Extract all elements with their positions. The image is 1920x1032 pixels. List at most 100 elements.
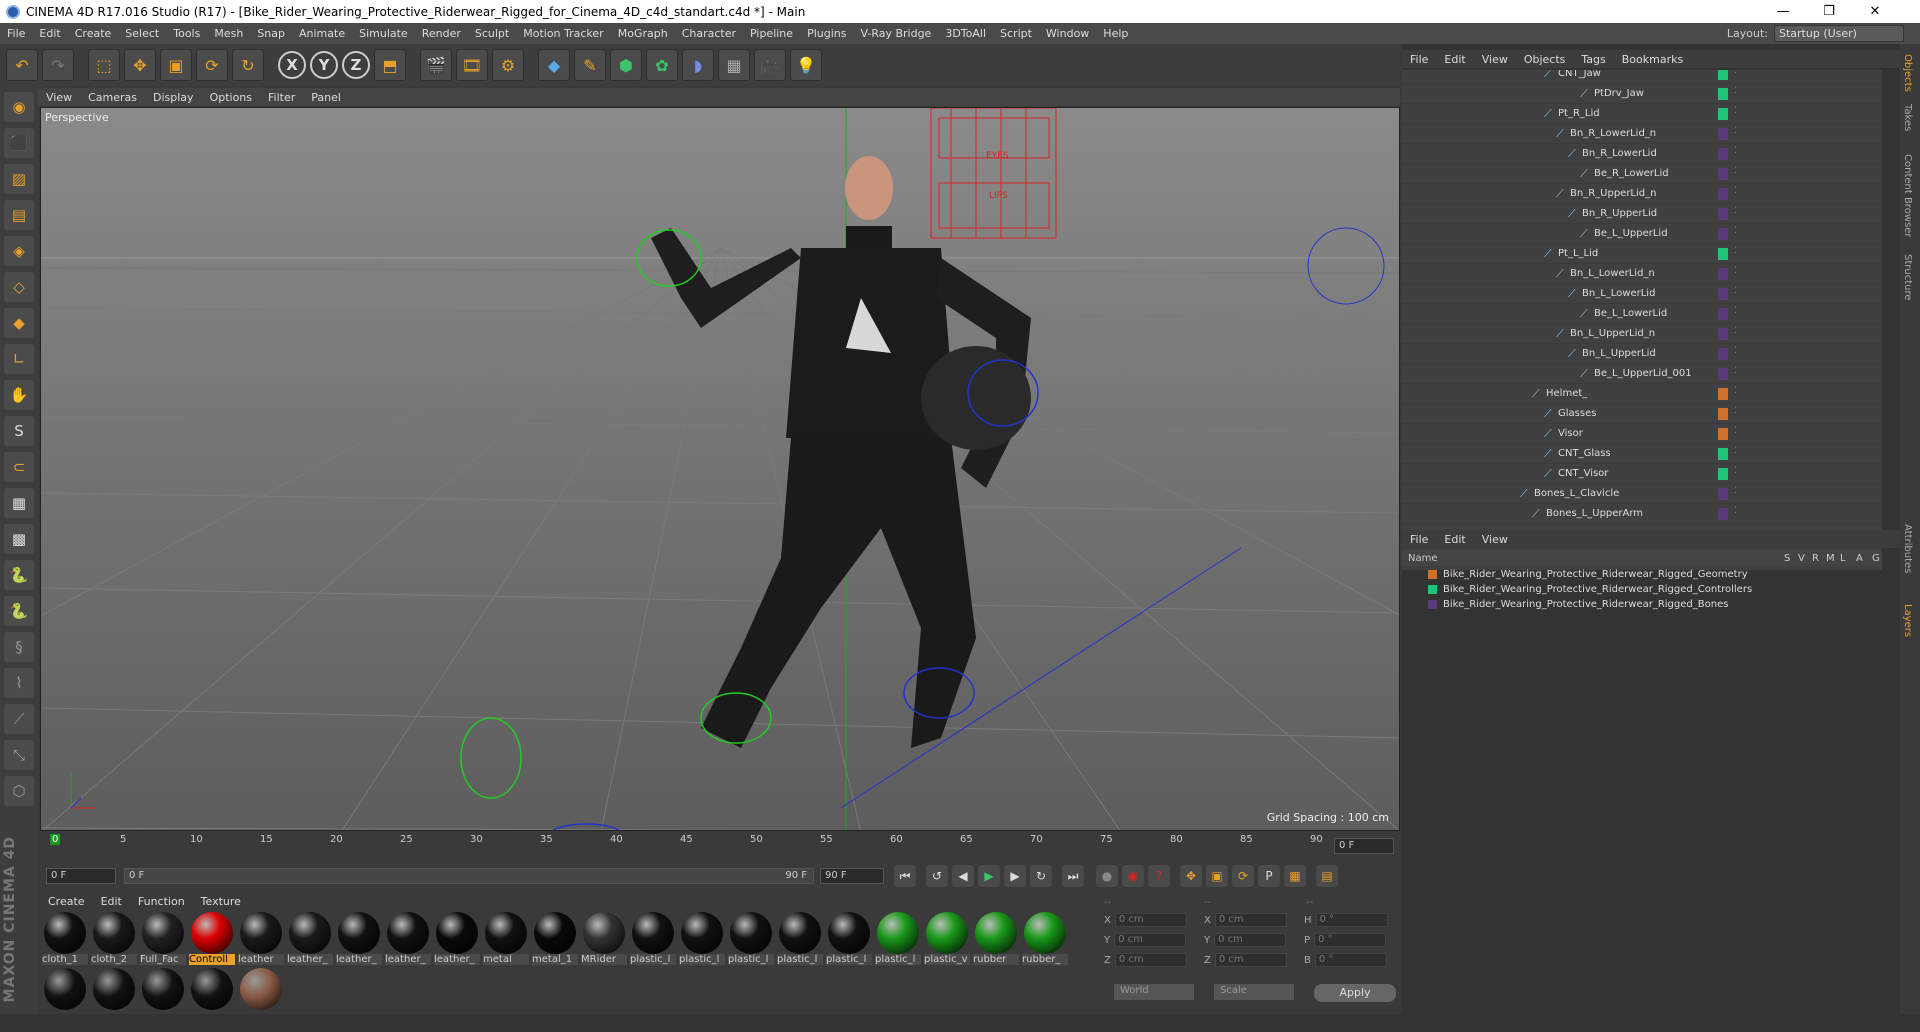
grid-lock-icon[interactable]: ▦ bbox=[4, 488, 34, 518]
layer-column-header[interactable]: G bbox=[1872, 553, 1880, 564]
layer-menu-edit[interactable]: Edit bbox=[1436, 533, 1473, 546]
coord-value-field[interactable]: 0 ° bbox=[1315, 913, 1388, 927]
menu-render[interactable]: Render bbox=[415, 27, 468, 40]
layer-color-chip[interactable] bbox=[1718, 468, 1728, 480]
layer-color-chip[interactable] bbox=[1718, 488, 1728, 500]
menu-simulate[interactable]: Simulate bbox=[352, 27, 415, 40]
visibility-dots-icon[interactable]: ⁚ bbox=[1734, 246, 1737, 256]
material-swatch[interactable]: MRider bbox=[581, 912, 627, 968]
layout-dropdown[interactable]: Startup (User) bbox=[1774, 25, 1904, 42]
visibility-dots-icon[interactable]: ⁚ bbox=[1734, 446, 1737, 456]
menu-tools[interactable]: Tools bbox=[166, 27, 207, 40]
visibility-dots-icon[interactable]: ⁚ bbox=[1734, 426, 1737, 436]
material-swatch[interactable]: leather bbox=[238, 912, 284, 968]
menu-vray-bridge[interactable]: V-Ray Bridge bbox=[853, 27, 938, 40]
render-view-icon[interactable]: 🎬 bbox=[420, 49, 452, 81]
material-menu-function[interactable]: Function bbox=[130, 895, 193, 908]
menu-animate[interactable]: Animate bbox=[292, 27, 352, 40]
points-mode-icon[interactable]: ◈ bbox=[4, 236, 34, 266]
magnet-icon[interactable]: ⊂ bbox=[4, 452, 34, 482]
next-key-icon[interactable]: ↻ bbox=[1030, 865, 1052, 887]
layer-color-chip[interactable] bbox=[1718, 248, 1728, 260]
material-swatch[interactable]: leather_ bbox=[385, 912, 431, 968]
material-swatch[interactable]: plastic_l bbox=[728, 912, 774, 968]
layer-row[interactable]: Bike_Rider_Wearing_Protective_Riderwear_… bbox=[1402, 582, 1882, 597]
coord-value-field[interactable]: 0 cm bbox=[1214, 933, 1287, 947]
layer-color-chip[interactable] bbox=[1718, 448, 1728, 460]
minimize-button[interactable]: — bbox=[1760, 0, 1806, 23]
material-swatch[interactable]: metal bbox=[483, 912, 529, 968]
object-row[interactable]: ⟋ Bones_L_UpperArm ⁚ bbox=[1402, 504, 1882, 524]
material-swatch[interactable]: metal_1 bbox=[532, 912, 578, 968]
layer-menu-file[interactable]: File bbox=[1402, 533, 1436, 546]
layer-menu-view[interactable]: View bbox=[1474, 533, 1516, 546]
visibility-dots-icon[interactable]: ⁚ bbox=[1734, 366, 1737, 376]
object-menu-edit[interactable]: Edit bbox=[1436, 53, 1473, 66]
layer-color-chip[interactable] bbox=[1718, 308, 1728, 320]
coord-value-field[interactable]: 0 ° bbox=[1314, 933, 1387, 947]
scale-icon[interactable]: ▣ bbox=[160, 49, 192, 81]
layer-column-header[interactable]: M bbox=[1826, 553, 1835, 564]
layer-column-header[interactable]: V bbox=[1798, 553, 1805, 564]
texture-mode-icon[interactable]: ▨ bbox=[4, 164, 34, 194]
key-pla-icon[interactable]: ▦ bbox=[1284, 865, 1306, 887]
viewport-menu-cameras[interactable]: Cameras bbox=[80, 91, 145, 104]
scale-mode-dropdown[interactable]: Scale bbox=[1214, 984, 1294, 1000]
axis-mode-icon[interactable]: ∟ bbox=[4, 344, 34, 374]
visibility-dots-icon[interactable]: ⁚ bbox=[1734, 466, 1737, 476]
layer-column-header[interactable]: Name bbox=[1408, 553, 1438, 564]
pen-icon[interactable]: ✎ bbox=[574, 49, 606, 81]
material-menu-edit[interactable]: Edit bbox=[93, 895, 130, 908]
visibility-dots-icon[interactable]: ⁚ bbox=[1734, 506, 1737, 516]
object-row[interactable]: ⟋ Bn_R_UpperLid ⁚ bbox=[1402, 204, 1882, 224]
material-swatch[interactable]: plastic_v bbox=[924, 912, 970, 968]
material-swatch[interactable]: plastic_l bbox=[630, 912, 676, 968]
menu-create[interactable]: Create bbox=[68, 27, 119, 40]
layer-color-chip[interactable] bbox=[1718, 328, 1728, 340]
object-row[interactable]: ⟋ CNT_Jaw ⁚ bbox=[1402, 70, 1882, 84]
material-swatch[interactable]: plastic_l bbox=[826, 912, 872, 968]
menu-pipeline[interactable]: Pipeline bbox=[743, 27, 800, 40]
visibility-dots-icon[interactable]: ⁚ bbox=[1734, 70, 1737, 76]
visibility-dots-icon[interactable]: ⁚ bbox=[1734, 126, 1737, 136]
menu-mograph[interactable]: MoGraph bbox=[611, 27, 675, 40]
menu-3dtoall[interactable]: 3DToAll bbox=[938, 27, 993, 40]
layer-color-chip[interactable] bbox=[1718, 168, 1728, 180]
edges-mode-icon[interactable]: ◇ bbox=[4, 272, 34, 302]
material-swatch[interactable]: plastic_l bbox=[679, 912, 725, 968]
material-swatch[interactable]: Full_Fac bbox=[140, 912, 186, 968]
object-row[interactable]: ⟋ Bn_L_LowerLid_n ⁚ bbox=[1402, 264, 1882, 284]
layer-color-chip[interactable] bbox=[1718, 228, 1728, 240]
layer-color-chip[interactable] bbox=[1718, 70, 1728, 80]
recent-tools-icon[interactable]: ↻ bbox=[232, 49, 264, 81]
object-row[interactable]: ⟋ Be_L_UpperLid ⁚ bbox=[1402, 224, 1882, 244]
material-swatch[interactable]: leather_ bbox=[434, 912, 480, 968]
object-row[interactable]: ⟋ CNT_Glass ⁚ bbox=[1402, 444, 1882, 464]
object-menu-objects[interactable]: Objects bbox=[1516, 53, 1574, 66]
object-row[interactable]: ⟋ Be_R_LowerLid ⁚ bbox=[1402, 164, 1882, 184]
menu-file[interactable]: File bbox=[0, 27, 32, 40]
layer-color-chip[interactable] bbox=[1718, 188, 1728, 200]
object-row[interactable]: ⟋ Bn_L_UpperLid_n ⁚ bbox=[1402, 324, 1882, 344]
undo-icon[interactable]: ↶ bbox=[6, 49, 38, 81]
material-menu-texture[interactable]: Texture bbox=[193, 895, 249, 908]
side-tab-takes[interactable]: Takes bbox=[1902, 104, 1913, 131]
joint-tool-icon[interactable]: ⤡ bbox=[4, 740, 34, 770]
object-row[interactable]: ⟋ Glasses ⁚ bbox=[1402, 404, 1882, 424]
workplane-lock-icon[interactable]: ▩ bbox=[4, 524, 34, 554]
layer-row[interactable]: Bike_Rider_Wearing_Protective_Riderwear_… bbox=[1402, 567, 1882, 582]
visibility-dots-icon[interactable]: ⁚ bbox=[1734, 86, 1737, 96]
visibility-dots-icon[interactable]: ⁚ bbox=[1734, 186, 1737, 196]
layer-color-chip[interactable] bbox=[1718, 268, 1728, 280]
z-axis-lock-button[interactable]: Z bbox=[342, 51, 370, 79]
object-menu-tags[interactable]: Tags bbox=[1573, 53, 1613, 66]
visibility-dots-icon[interactable]: ⁚ bbox=[1734, 486, 1737, 496]
object-tree[interactable]: ⟋ CNT_Jaw ⁚ ⟋ PtDrv_Jaw ⁚ ⟋ Pt_R_Lid ⁚ ⟋ Bn_R_Lowe… bbox=[1402, 70, 1882, 570]
snap-icon[interactable]: S bbox=[4, 416, 34, 446]
side-tab-layers[interactable]: Layers bbox=[1902, 604, 1913, 637]
go-to-end-icon[interactable]: ⏭ bbox=[1062, 865, 1084, 887]
perspective-viewport[interactable]: EYES LIPS Perspective Grid Spacing: 100… bbox=[40, 107, 1400, 831]
rig-tool-icon[interactable]: ⟋ bbox=[4, 704, 34, 734]
object-row[interactable]: ⟋ Bn_L_LowerLid ⁚ bbox=[1402, 284, 1882, 304]
floor-icon[interactable]: ▦ bbox=[718, 49, 750, 81]
